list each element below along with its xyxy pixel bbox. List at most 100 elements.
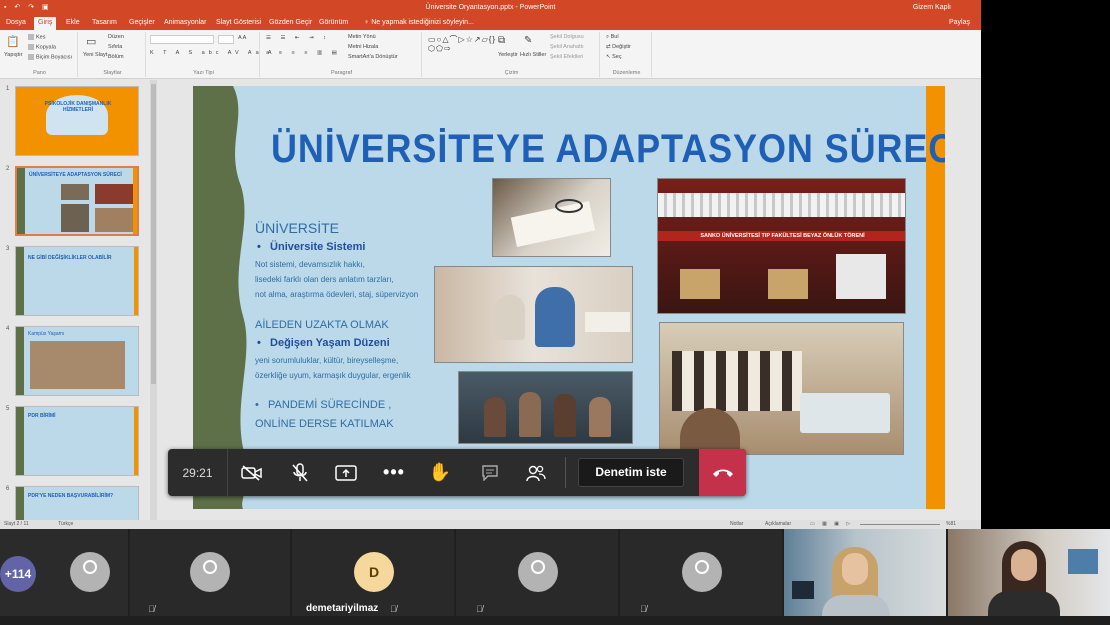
reset-button[interactable]: Sıfırla	[108, 44, 122, 50]
tab-review[interactable]: Gözden Geçir	[265, 17, 316, 30]
user-icon	[695, 560, 709, 574]
arrange-button[interactable]: Yerleştir	[498, 52, 518, 58]
black-side-area	[981, 0, 1110, 529]
ceremony-banner: SANKO ÜNİVERSİTESİ TIP FAKÜLTESİ BEYAZ Ö…	[658, 231, 905, 241]
avatar: D	[354, 552, 394, 592]
tell-me-box[interactable]: ♀ Ne yapmak istediğinizi söyleyin...	[360, 17, 478, 30]
new-slide-button[interactable]: Yeni Slayt	[83, 52, 107, 58]
slide-thumbnail-1[interactable]: PSİKOLOJİK DANIŞMANLIK HİZMETLERİ	[15, 86, 139, 156]
thumb-text: PSİKOLOJİK DANIŞMANLIK HİZMETLERİ	[44, 101, 112, 113]
cut-button[interactable]: Kes	[28, 34, 45, 40]
thumb-text: NE GİBİ DEĞİŞİKLİKLER OLABİLİR	[28, 255, 112, 261]
slide-thumbnail-3[interactable]: NE GİBİ DEĞİŞİKLİKLER OLABİLİR	[15, 246, 139, 316]
new-slide-icon[interactable]: ▭	[86, 35, 96, 48]
thumb-bar	[17, 168, 25, 234]
layout-button[interactable]: Düzen	[108, 34, 124, 40]
replace-button[interactable]: ⇄ Değiştir	[606, 44, 631, 50]
request-control-button[interactable]: Denetim iste	[578, 458, 684, 487]
participant-video[interactable]	[784, 529, 946, 616]
share-screen-button[interactable]	[326, 449, 366, 496]
scroll-thumb[interactable]	[151, 84, 156, 384]
tab-view[interactable]: Görünüm	[315, 17, 352, 30]
shape-effects-button[interactable]: Şekil Efektleri	[550, 54, 583, 60]
paste-button[interactable]: Yapıştır	[4, 52, 23, 58]
list-buttons[interactable]: ☰ ☰ ⇤ ⇥ ↕	[266, 35, 330, 41]
hang-up-button[interactable]	[699, 449, 746, 496]
participants-button[interactable]	[516, 449, 556, 496]
align-buttons[interactable]: ≡ ≡ ≡ ≡ ▥ ▤	[266, 50, 341, 56]
font-style-buttons[interactable]: K T A S abc AV Aa A	[150, 50, 276, 56]
quick-styles-icon[interactable]: ✎	[524, 35, 532, 46]
mic-off-button[interactable]	[280, 449, 320, 496]
tab-animations[interactable]: Animasyonlar	[160, 17, 210, 30]
language-status[interactable]: Türkçe	[58, 520, 73, 529]
shapes-gallery[interactable]: ▭○△⌒▷☆↗▱{}⬡⬠⇨	[428, 35, 495, 61]
font-name-box[interactable]	[150, 35, 214, 44]
video-detail	[988, 591, 1060, 616]
slide-title: ÜNİVERSİTEYE ADAPTASYON SÜRECİ	[271, 127, 945, 171]
zoom-level[interactable]: %81	[946, 520, 956, 529]
format-painter-button[interactable]: Biçim Boyacısı	[28, 54, 72, 60]
user-icon	[531, 560, 545, 574]
notes-button[interactable]: Notlar	[730, 520, 743, 529]
participant-tile[interactable]: 🎙̸	[620, 529, 782, 616]
tab-transitions[interactable]: Geçişler	[125, 17, 159, 30]
arrange-icon[interactable]: ⧉	[498, 35, 505, 46]
view-buttons[interactable]: ▭ ▦ ▣ ▷	[810, 520, 853, 529]
select-button[interactable]: ↖ Seç	[606, 54, 622, 60]
participant-video[interactable]	[948, 529, 1110, 616]
share-button[interactable]: Paylaş	[945, 17, 974, 30]
more-options-button[interactable]: •••	[374, 449, 414, 496]
raise-hand-button[interactable]: ✋	[420, 449, 460, 496]
thumb-bar	[134, 247, 138, 315]
tab-file[interactable]: Dosya	[2, 17, 30, 30]
drawing-group-label: Çizim	[504, 70, 519, 76]
photo-detail	[589, 397, 611, 437]
slide-thumbnail-2[interactable]: ÜNİVERSİTEYE ADAPTASYON SÜRECİ	[15, 166, 139, 236]
more-icon: •••	[383, 462, 405, 482]
thumb-number: 6	[6, 486, 10, 492]
paste-icon[interactable]: 📋	[6, 35, 20, 48]
section-button[interactable]: Bölüm	[108, 54, 124, 60]
tab-slideshow[interactable]: Slayt Gösterisi	[212, 17, 265, 30]
hang-up-icon	[712, 469, 733, 477]
participant-tile[interactable]: D demetariyilmaz 🎙̸	[292, 529, 454, 616]
thumbnails-scrollbar[interactable]	[150, 80, 157, 520]
find-button[interactable]: ⌕ Bul	[606, 34, 619, 41]
text-direction-button[interactable]: Metin Yönü	[348, 34, 376, 40]
tab-home[interactable]: Giriş	[34, 17, 57, 30]
bullet-dot: •	[257, 337, 271, 349]
ribbon-tabs: Dosya Giriş Ekle Tasarım Geçişler Animas…	[0, 15, 981, 30]
slide-thumbnail-5[interactable]: PDR BİRİMİ	[15, 406, 139, 476]
shape-outline-button[interactable]: Şekil Anahattı	[550, 44, 584, 50]
copy-button[interactable]: Kopyala	[28, 44, 56, 50]
smartart-button[interactable]: SmartArt'a Dönüştür	[348, 54, 398, 60]
call-timer: 29:21	[168, 449, 228, 496]
user-name[interactable]: Gizem Kaplı	[913, 0, 951, 15]
participant-tile[interactable]: 🎙̸	[456, 529, 618, 616]
section-heading-university: ÜNİVERSİTE	[255, 220, 340, 236]
align-text-button[interactable]: Metni Hizala	[348, 44, 378, 50]
tab-insert[interactable]: Ekle	[62, 17, 84, 30]
slide-info: Slayt 2 / 11	[4, 521, 29, 527]
zoom-slider[interactable]	[860, 524, 940, 525]
font-grow-icon[interactable]: A A	[238, 35, 246, 41]
photo-detail	[658, 193, 905, 217]
font-size-box[interactable]	[218, 35, 234, 44]
chat-button[interactable]	[470, 449, 510, 496]
slide-thumbnail-4[interactable]: Kampüs Yaşamı	[15, 326, 139, 396]
participant-tile[interactable]: +114	[0, 529, 128, 616]
bullet-dot: •	[255, 399, 269, 411]
participant-name: demetariyilmaz	[306, 603, 379, 614]
powerpoint-window: ▪ ↶ ↷ ▣ Üniversite Oryantasyon.pptx - Po…	[0, 0, 981, 529]
more-participants-badge[interactable]: +114	[0, 556, 36, 592]
comments-button[interactable]: Açıklamalar	[765, 520, 791, 529]
participant-tile[interactable]: 🎙̸	[130, 529, 290, 616]
quick-styles-button[interactable]: Hızlı Stiller	[520, 52, 546, 58]
current-slide[interactable]: ÜNİVERSİTEYE ADAPTASYON SÜRECİ ÜNİVERSİT…	[193, 86, 945, 509]
thumb-number: 3	[6, 246, 10, 252]
shape-fill-button[interactable]: Şekil Dolgusu	[550, 34, 584, 40]
tab-design[interactable]: Tasarım	[88, 17, 121, 30]
thumb-text: ÜNİVERSİTEYE ADAPTASYON SÜRECİ	[29, 172, 122, 178]
camera-off-button[interactable]	[232, 449, 272, 496]
